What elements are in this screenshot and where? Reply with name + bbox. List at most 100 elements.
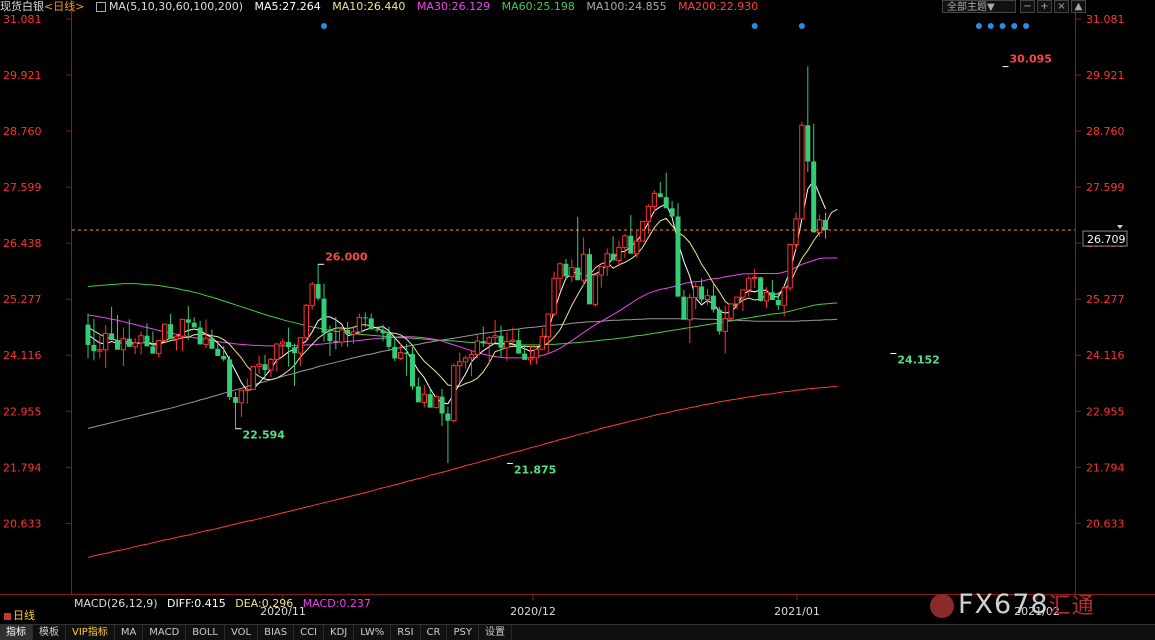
- candle-body-down: [91, 344, 97, 352]
- candle-body-up: [687, 297, 693, 321]
- fx678-watermark: FX678汇通: [930, 588, 1095, 620]
- candle-body-up: [486, 337, 492, 344]
- candle-body-down: [415, 386, 421, 403]
- ma-settings-icon: [95, 2, 106, 12]
- candle-body-up: [728, 303, 734, 319]
- tab-7[interactable]: BIAS: [258, 625, 295, 640]
- close-icon[interactable]: ×: [1054, 0, 1069, 13]
- ma200-value: MA200:22.930: [678, 0, 759, 13]
- y-tick-label-right: 20.633: [1086, 517, 1125, 530]
- candle-body-up: [645, 205, 652, 222]
- candle-body-up: [734, 296, 740, 305]
- candle-body-down: [109, 333, 115, 341]
- y-tick-label-left: 28.760: [3, 125, 42, 138]
- event-dot-icon: [751, 23, 758, 29]
- candle-body-down: [191, 322, 197, 328]
- candle-body-down: [439, 396, 445, 414]
- candle-body-down: [209, 338, 215, 349]
- candlestick-chart[interactable]: 31.081 29.921 28.760 27.599 26.438 25.277 24.1…: [0, 0, 1155, 639]
- candle-body-down: [327, 332, 333, 342]
- candle-body-down: [185, 319, 191, 323]
- watermark-logo-text: FX678: [958, 589, 1049, 620]
- tab-5[interactable]: BOLL: [186, 625, 225, 640]
- tab-3[interactable]: MA: [115, 625, 144, 640]
- candle-body-up: [103, 332, 109, 351]
- candle-body-down: [498, 335, 504, 348]
- tab-8[interactable]: CCI: [294, 625, 325, 640]
- y-tick-label-left: 24.116: [3, 349, 42, 362]
- candle-body-down: [823, 219, 828, 231]
- candle-body-down: [333, 341, 339, 343]
- candle-body-up: [162, 323, 168, 342]
- event-dot-icon: [999, 23, 1006, 29]
- candle-body-down: [610, 253, 616, 261]
- candle-body-up: [120, 338, 127, 351]
- candle-body-down: [168, 324, 174, 340]
- event-dot-icon: [798, 23, 805, 29]
- tab-1[interactable]: 模板: [33, 625, 66, 640]
- candle-body-down: [150, 346, 156, 354]
- period-selector[interactable]: 日线: [4, 607, 35, 623]
- candle-body-up: [433, 396, 439, 409]
- candle-body-down: [386, 333, 392, 347]
- candle-body-down: [657, 193, 663, 198]
- tab-9[interactable]: KDJ: [324, 625, 355, 640]
- candle-body-down: [811, 161, 817, 233]
- candle-body-up: [510, 339, 516, 343]
- candle-body-up: [639, 220, 646, 242]
- minus-icon[interactable]: −: [1020, 0, 1035, 13]
- candle-body-down: [126, 338, 132, 347]
- symbol-name[interactable]: 现货白银<日线>: [0, 0, 84, 13]
- y-tick-label-right: 22.955: [1086, 405, 1125, 418]
- event-dot-icon: [1023, 23, 1030, 29]
- candle-body-down: [368, 318, 374, 330]
- collapse-icon[interactable]: ▲: [1071, 0, 1086, 13]
- candle-body-up: [746, 277, 752, 291]
- tab-4[interactable]: MACD: [143, 625, 187, 640]
- candle-body-up: [504, 341, 510, 349]
- candle-body-down: [233, 397, 238, 403]
- candle-body-up: [752, 276, 758, 279]
- tab-14[interactable]: 设置: [479, 625, 512, 640]
- candle-body-down: [445, 413, 451, 421]
- watermark-sub-text: 汇通: [1048, 594, 1095, 619]
- candle-body-down: [374, 329, 380, 331]
- tab-11[interactable]: RSI: [391, 625, 421, 640]
- candle-body-down: [699, 286, 705, 300]
- plus-icon[interactable]: +: [1037, 0, 1052, 13]
- candles: [85, 66, 828, 464]
- tab-2[interactable]: VIP指标: [66, 625, 115, 640]
- ma10-line: [87, 208, 838, 387]
- event-dot-icon: [1011, 23, 1018, 29]
- candle-body-down: [522, 353, 528, 360]
- period-tag: <日线>: [44, 0, 85, 13]
- candle-body-up: [704, 295, 711, 301]
- tab-10[interactable]: LW%: [354, 625, 392, 640]
- x-tick-label: 2020/12: [510, 605, 556, 618]
- candle-body-down: [480, 341, 486, 343]
- candle-body-up: [244, 388, 251, 391]
- tab-0[interactable]: 指标: [0, 625, 33, 640]
- ma-settings[interactable]: MA(5,10,30,60,100,200): [95, 0, 243, 13]
- candle-body-up: [256, 363, 262, 368]
- candle-body-up: [557, 263, 563, 279]
- candle-body-up: [551, 277, 557, 315]
- theme-dropdown[interactable]: 全部主题▼: [942, 0, 1016, 13]
- ma5-line: [87, 179, 826, 405]
- candle-body-up: [693, 285, 699, 299]
- annotation-label: 24.152: [897, 354, 939, 367]
- annotation-label: 21.875: [514, 463, 556, 476]
- ma100-value: MA100:24.855: [586, 0, 667, 13]
- candle-body-down: [628, 235, 634, 254]
- candle-body-down: [85, 324, 91, 345]
- candle-body-up: [592, 274, 599, 305]
- tab-13[interactable]: PSY: [447, 625, 479, 640]
- y-tick-label-right: 29.921: [1086, 69, 1125, 82]
- tab-12[interactable]: CR: [421, 625, 448, 640]
- candle-body-up: [793, 218, 799, 245]
- ma-set-label: MA(5,10,30,60,100,200): [108, 0, 243, 13]
- candle-body-up: [250, 366, 256, 390]
- tab-6[interactable]: VOL: [225, 625, 259, 640]
- candle-body-down: [380, 330, 386, 334]
- candle-body-down: [716, 309, 722, 332]
